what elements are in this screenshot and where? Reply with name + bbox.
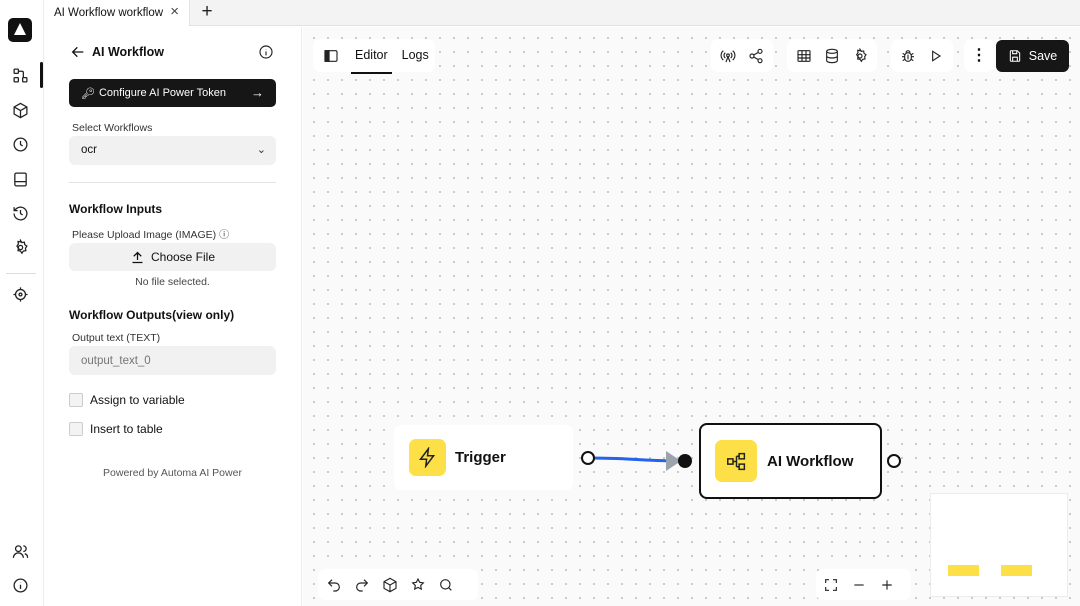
trigger-node[interactable]: Trigger: [394, 425, 573, 490]
crosshair-icon[interactable]: [9, 283, 31, 305]
insert-table-checkbox[interactable]: [69, 422, 83, 436]
workflow-tab-title: AI Workflow workflow: [54, 7, 164, 19]
more-vertical-icon: ⋮: [971, 46, 987, 64]
data-toolbar: [787, 39, 877, 72]
workflow-settings-icon[interactable]: [846, 42, 874, 70]
clock-icon[interactable]: [9, 133, 31, 155]
minimap-ai-workflow-node: [1001, 565, 1032, 576]
no-file-status: No file selected.: [135, 276, 210, 288]
workflow-nodes-icon[interactable]: [9, 64, 31, 86]
powered-by-text: Powered by Automa AI Power: [103, 467, 242, 479]
rail-divider: [6, 273, 36, 274]
fit-view-icon[interactable]: [817, 571, 845, 599]
upload-image-label: Please Upload Image (IMAGE) ⓘ: [72, 226, 229, 241]
save-label: Save: [1028, 49, 1058, 63]
play-icon[interactable]: [922, 42, 950, 70]
close-tab-icon[interactable]: ×: [170, 4, 179, 20]
key-icon: 🔑︎: [81, 87, 95, 100]
about-info-icon[interactable]: [9, 574, 31, 596]
lightning-icon: [409, 439, 446, 476]
assign-variable-row[interactable]: Assign to variable: [69, 393, 185, 407]
tab-editor[interactable]: Editor: [351, 39, 392, 74]
storage-icon[interactable]: [9, 168, 31, 190]
active-indicator: [40, 62, 43, 88]
zoom-out-icon[interactable]: [845, 571, 873, 599]
insert-table-label: Insert to table: [90, 422, 163, 436]
share-icon[interactable]: [742, 42, 770, 70]
minimap-trigger-node: [948, 565, 979, 576]
upload-icon: [132, 251, 143, 263]
run-toolbar: [891, 39, 953, 72]
app-logo-icon[interactable]: [8, 18, 32, 42]
minimap[interactable]: [930, 493, 1068, 597]
share-toolbar: [711, 39, 773, 72]
editor-logs-toolbar: Editor Logs: [313, 39, 435, 74]
workflow-hierarchy-icon: [715, 440, 757, 482]
ai-workflow-node-label: AI Workflow: [767, 452, 854, 470]
more-options-button[interactable]: ⋮: [964, 39, 994, 72]
insert-table-row[interactable]: Insert to table: [69, 422, 163, 436]
search-block-icon[interactable]: [432, 571, 460, 599]
select-workflows-label: Select Workflows: [72, 122, 153, 134]
save-button[interactable]: Save: [996, 40, 1069, 72]
broadcast-icon[interactable]: [714, 42, 742, 70]
package-block-icon[interactable]: [376, 571, 404, 599]
assign-variable-label: Assign to variable: [90, 393, 185, 407]
add-tab-button[interactable]: +: [196, 1, 218, 23]
left-rail: [0, 0, 44, 606]
save-floppy-icon: [1009, 50, 1020, 62]
toggle-sidebar-icon[interactable]: [317, 42, 345, 70]
choose-file-label: Choose File: [150, 250, 216, 264]
configure-token-button[interactable]: 🔑︎ Configure AI Power Token →: [69, 79, 276, 107]
workflow-outputs-heading: Workflow Outputs(view only): [69, 308, 235, 322]
upload-info-icon[interactable]: ⓘ: [219, 230, 229, 241]
zoom-toolbar: [816, 569, 911, 600]
upload-image-text: Please Upload Image (IMAGE): [72, 229, 217, 241]
configure-token-label: Configure AI Power Token: [98, 87, 226, 99]
workflow-tab[interactable]: AI Workflow workflow ×: [44, 0, 190, 26]
output-text-label: Output text (TEXT): [72, 332, 161, 344]
zoom-in-icon[interactable]: [873, 571, 901, 599]
auto-arrange-icon[interactable]: [404, 571, 432, 599]
trigger-node-label: Trigger: [455, 449, 506, 466]
ai-workflow-input-handle[interactable]: [678, 454, 692, 468]
table-icon[interactable]: [790, 42, 818, 70]
workflow-select-value: ocr: [81, 144, 97, 156]
undo-icon[interactable]: [320, 571, 348, 599]
browser-tab-bar: AI Workflow workflow × +: [0, 0, 1080, 26]
arrow-right-icon: →: [251, 85, 264, 100]
output-text-field[interactable]: [69, 346, 276, 375]
block-settings-panel: AI Workflow 🔑︎ Configure AI Power Token …: [44, 27, 302, 606]
workflow-inputs-heading: Workflow Inputs: [69, 202, 163, 216]
users-icon[interactable]: [9, 540, 31, 562]
panel-title: AI Workflow: [92, 45, 164, 59]
tab-logs[interactable]: Logs: [398, 39, 433, 72]
settings-gear-icon[interactable]: [9, 236, 31, 258]
workflow-canvas[interactable]: Editor Logs ⋮ Save Trigger AI Workflow: [303, 27, 1080, 606]
trigger-output-handle[interactable]: [581, 451, 595, 465]
info-icon[interactable]: [258, 44, 274, 60]
redo-icon[interactable]: [348, 571, 376, 599]
workflow-select[interactable]: ocr ⌄: [69, 136, 276, 165]
section-divider: [69, 182, 276, 183]
history-icon[interactable]: [9, 202, 31, 224]
chevron-down-icon: ⌄: [256, 144, 266, 156]
choose-file-button[interactable]: Choose File: [69, 243, 276, 271]
ai-workflow-output-handle[interactable]: [887, 454, 901, 468]
assign-variable-checkbox[interactable]: [69, 393, 83, 407]
back-arrow-icon[interactable]: [70, 44, 86, 60]
ai-workflow-node[interactable]: AI Workflow: [699, 423, 882, 499]
package-icon[interactable]: [9, 99, 31, 121]
database-icon[interactable]: [818, 42, 846, 70]
history-toolbar: [318, 569, 478, 600]
debug-bug-icon[interactable]: [894, 42, 922, 70]
